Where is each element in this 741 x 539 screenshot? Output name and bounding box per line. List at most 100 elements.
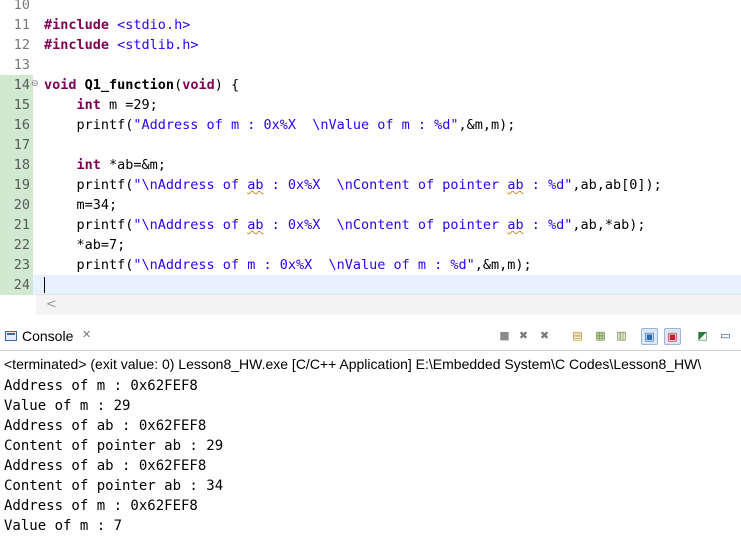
code-token: : 0x%X \nContent of pointer (263, 217, 508, 233)
code-text: printf("Address of m : 0x%X \nValue of m… (44, 115, 516, 135)
code-token: printf( (44, 177, 134, 193)
code-token: #include (44, 37, 110, 53)
scroll-lock-icon[interactable]: ▦ (593, 328, 608, 343)
console-status-line: <terminated> (exit value: 0) Lesson8_HW.… (4, 356, 702, 372)
console-output-line: Address of m : 0x62FEF8 (4, 498, 198, 514)
code-text: *ab=7; (44, 235, 126, 255)
code-token: "Address of m : 0x%X \nValue of m : %d" (133, 117, 459, 133)
tab-console[interactable]: Console (22, 328, 73, 344)
console-output-line: Content of pointer ab : 34 (4, 478, 224, 494)
line-number: 10 (13, 0, 30, 13)
console-icon (5, 331, 17, 341)
code-token: printf( (44, 117, 134, 133)
code-token: ) { (214, 77, 240, 93)
console-output-line: Content of pointer ab : 29 (4, 438, 224, 454)
clear-console-icon[interactable]: ▤ (570, 328, 585, 343)
code-token: ,ab,*ab); (572, 217, 646, 233)
code-line[interactable]: 13 (0, 55, 741, 75)
terminate-icon[interactable]: ■ (497, 328, 512, 343)
code-token: void (182, 77, 215, 93)
fold-collapse-icon[interactable]: ⊖ (31, 78, 39, 90)
line-number: 22 (0, 235, 33, 255)
console-output-line: Value of m : 29 (4, 398, 131, 414)
code-line[interactable]: 16 printf("Address of m : 0x%X \nValue o… (0, 115, 741, 135)
code-token: <stdio.h> (117, 17, 191, 33)
code-text: int *ab=&m; (44, 155, 166, 175)
line-number: 24 (0, 275, 33, 295)
show-stderr-icon[interactable]: ▣ (664, 328, 681, 345)
line-number: 21 (0, 215, 33, 235)
remove-all-terminated-icon[interactable]: ✖ (537, 328, 552, 343)
code-text: int m =29; (44, 95, 158, 115)
code-text: #include <stdlib.h> (44, 35, 198, 55)
show-stdout-icon[interactable]: ▣ (641, 328, 658, 345)
code-line[interactable]: 22 *ab=7; (0, 235, 741, 255)
code-line[interactable]: 11 #include <stdio.h> (0, 15, 741, 35)
code-token: *ab=&m; (100, 157, 166, 173)
code-token: int (76, 157, 101, 173)
code-text: #include <stdio.h> (44, 15, 190, 35)
code-line[interactable]: 18 int *ab=&m; (0, 155, 741, 175)
code-token: "\nAddress of (133, 217, 248, 233)
code-token: ab (247, 217, 264, 233)
console-view: Console ✕ ■ ✖ ✖ ▤ ▦ ▥ ▣ ▣ ◩ ▭ <terminated> (exit … (0, 322, 741, 539)
code-token: m =29; (100, 97, 158, 113)
remove-launch-icon[interactable]: ✖ (516, 328, 531, 343)
console-output-line: Address of ab : 0x62FEF8 (4, 458, 207, 474)
console-output-line: Value of m : 7 (4, 518, 123, 534)
code-line[interactable]: 21 printf("\nAddress of ab : 0x%X \nCont… (0, 215, 741, 235)
word-wrap-icon[interactable]: ▥ (614, 328, 629, 343)
code-token: : %d" (523, 177, 573, 193)
line-number: 20 (0, 195, 33, 215)
code-line[interactable]: 17 (0, 135, 741, 155)
console-output-line: Address of ab : 0x62FEF8 (4, 418, 207, 434)
code-token: ,ab,ab[0]); (572, 177, 662, 193)
code-editor[interactable]: 10 11 #include <stdio.h> 12 #include <stdlib… (0, 0, 741, 315)
code-line[interactable]: 24 (0, 275, 741, 295)
line-number: 19 (0, 175, 33, 195)
line-number: 12 (13, 37, 30, 53)
code-token: "\nAddress of m : 0x%X \nValue of m : %d… (133, 257, 475, 273)
code-line[interactable]: 10 (0, 0, 741, 15)
code-text: m=34; (44, 195, 118, 215)
line-number: 17 (0, 135, 33, 155)
code-token: printf( (44, 257, 134, 273)
code-line[interactable]: 15 int m =29; (0, 95, 741, 115)
close-icon[interactable]: ✕ (82, 328, 91, 341)
code-token: ,&m,m); (458, 117, 516, 133)
code-token: printf( (44, 217, 134, 233)
code-token: ab (507, 217, 524, 233)
display-console-icon[interactable]: ▭ (718, 328, 733, 343)
console-output: Address of m : 0x62FEF8 Value of m : 29 Ad… (4, 376, 223, 536)
code-token: <stdlib.h> (117, 37, 199, 53)
code-text: void Q1_function(void) { (44, 75, 239, 95)
line-number: 15 (0, 95, 33, 115)
code-text: printf("\nAddress of ab : 0x%X \nContent… (44, 175, 662, 195)
code-line[interactable]: 14 ⊖ void Q1_function(void) { (0, 75, 741, 95)
code-token: Q1_function (84, 77, 175, 93)
console-output-line: Address of m : 0x62FEF8 (4, 378, 198, 394)
code-text: printf("\nAddress of ab : 0x%X \nContent… (44, 215, 646, 235)
code-line[interactable]: 23 printf("\nAddress of m : 0x%X \nValue… (0, 255, 741, 275)
line-number: 13 (13, 57, 30, 73)
code-token: void (44, 77, 77, 93)
code-line[interactable]: 19 printf("\nAddress of ab : 0x%X \nCont… (0, 175, 741, 195)
console-tab-bar: Console ✕ ■ ✖ ✖ ▤ ▦ ▥ ▣ ▣ ◩ ▭ (0, 322, 741, 351)
pin-console-icon[interactable]: ◩ (695, 328, 710, 343)
code-token: ,&m,m); (474, 257, 532, 273)
horizontal-scrollbar[interactable]: < (36, 294, 741, 315)
line-number: 23 (0, 255, 33, 275)
line-number: 11 (13, 17, 30, 33)
code-token: ab (507, 177, 524, 193)
scroll-left-icon[interactable]: < (46, 297, 57, 312)
code-token: : %d" (523, 217, 573, 233)
code-text: printf("\nAddress of m : 0x%X \nValue of… (44, 255, 532, 275)
code-line[interactable]: 20 m=34; (0, 195, 741, 215)
code-token: : 0x%X \nContent of pointer (263, 177, 508, 193)
text-caret (44, 277, 45, 293)
code-line[interactable]: 12 #include <stdlib.h> (0, 35, 741, 55)
